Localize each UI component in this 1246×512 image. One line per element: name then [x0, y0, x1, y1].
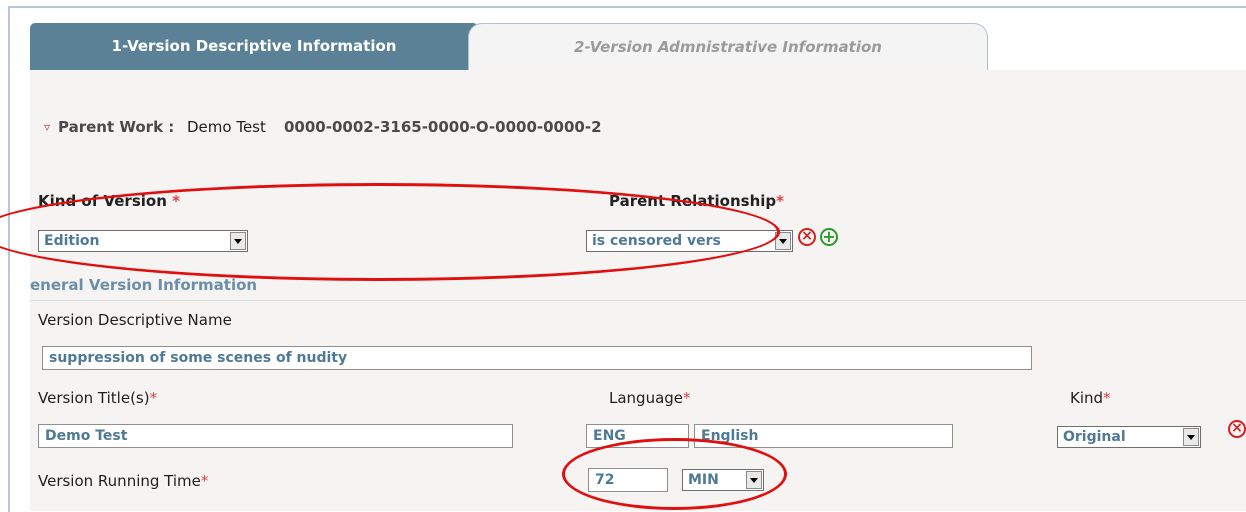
add-icon[interactable]: +	[820, 228, 838, 246]
kind-of-version-label: Kind of Version *	[38, 192, 180, 210]
dropdown-arrow-icon[interactable]	[230, 232, 246, 250]
tab-version-descriptive[interactable]: 1-Version Descriptive Information	[30, 23, 478, 70]
collapse-triangle-icon[interactable]: ▿	[44, 120, 50, 134]
running-time-input[interactable]: 72	[588, 468, 668, 492]
language-code-input[interactable]: ENG	[586, 424, 689, 448]
dropdown-arrow-icon[interactable]	[746, 471, 762, 489]
remove-icon[interactable]: ×	[1228, 420, 1246, 438]
kind-label: Kind*	[1070, 389, 1111, 407]
remove-icon[interactable]: ×	[798, 228, 816, 246]
descriptive-name-input[interactable]: suppression of some scenes of nudity	[42, 346, 1032, 370]
language-name-input[interactable]: English	[694, 424, 953, 448]
kind-select[interactable]: Original	[1057, 426, 1201, 448]
parent-work-id: 0000-0002-3165-0000-O-0000-0000-2	[284, 118, 602, 136]
parent-work-title: Demo Test	[187, 118, 266, 136]
kind-of-version-select[interactable]: Edition	[38, 230, 248, 252]
language-label: Language*	[609, 389, 691, 407]
tab-strip: 1-Version Descriptive Information 2-Vers…	[30, 23, 1246, 71]
parent-work-label: Parent Work :	[58, 118, 175, 136]
dropdown-arrow-icon[interactable]	[775, 232, 791, 250]
running-time-unit-select[interactable]: MIN	[682, 469, 764, 491]
parent-relationship-label: Parent Relationship*	[609, 192, 784, 210]
tab-version-administrative[interactable]: 2-Version Admnistrative Information	[468, 23, 988, 70]
parent-relationship-select[interactable]: is censored vers	[586, 230, 793, 252]
version-title-input[interactable]: Demo Test	[38, 424, 513, 448]
running-time-label: Version Running Time*	[38, 472, 209, 490]
dropdown-arrow-icon[interactable]	[1183, 428, 1199, 446]
descriptive-name-label: Version Descriptive Name	[38, 311, 232, 329]
section-title: eneral Version Information	[30, 276, 258, 294]
version-title-label: Version Title(s)*	[38, 389, 158, 407]
